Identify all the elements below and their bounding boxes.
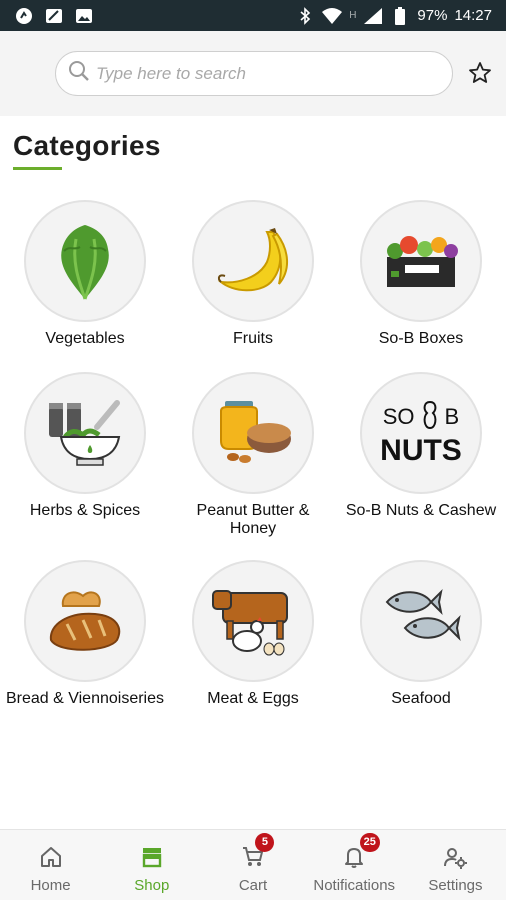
bananas-icon [192,200,314,322]
status-bar: H 97% 14:27 [0,0,506,31]
nav-label: Home [30,877,71,894]
category-nuts-cashew[interactable]: SO B NUTS So-B Nuts & Cashew [337,372,505,520]
category-meat-eggs[interactable]: Meat & Eggs [169,560,337,708]
nav-label: Settings [428,877,483,894]
category-label: So-B Boxes [378,330,464,347]
nav-shop[interactable]: Shop [101,830,202,900]
network-type-label: H [349,10,357,21]
image-edit-icon [44,6,64,26]
so-b-nuts-logo: SO B NUTS [360,372,482,494]
nav-label: Shop [134,877,170,894]
cow-chicken-icon [192,560,314,682]
mortar-pestle-icon [24,372,146,494]
category-label: Meat & Eggs [207,690,299,707]
category-label: Bread & Viennoiseries [5,690,165,707]
bottom-nav: Home Shop 5 Cart 25 Notifications Settin… [0,829,506,900]
gallery-icon [74,6,94,26]
bluetooth-icon [295,6,315,26]
nav-label: Notifications [313,877,396,894]
battery-icon [390,6,410,26]
nav-settings[interactable]: Settings [405,830,506,900]
notifications-badge: 25 [359,833,380,852]
category-peanut-butter-honey[interactable]: Peanut Butter & Honey [169,372,337,538]
home-icon [38,844,64,870]
battery-percent: 97% [417,7,448,24]
wifi-icon [322,6,343,26]
category-fruits[interactable]: Fruits [169,200,337,348]
search-icon [68,60,90,87]
produce-box-icon [360,200,482,322]
category-herbs-spices[interactable]: Herbs & Spices [1,372,169,520]
search-header [0,31,506,116]
peanut-icon [421,400,439,434]
signal-icon [363,6,383,26]
category-label: Seafood [391,690,451,707]
nuts-logo-text: B [444,404,460,429]
title-underline [13,167,62,170]
fish-icon [360,560,482,682]
settings-icon [442,844,468,870]
category-seafood[interactable]: Seafood [337,560,505,708]
category-vegetables[interactable]: Vegetables [1,200,169,348]
category-so-b-boxes[interactable]: So-B Boxes [337,200,505,348]
cart-badge: 5 [255,833,275,852]
shazam-icon [14,6,34,26]
category-label: So-B Nuts & Cashew [345,502,497,519]
search-input[interactable] [96,63,436,84]
nav-notifications[interactable]: 25 Notifications [304,830,405,900]
category-bread[interactable]: Bread & Viennoiseries [1,560,169,708]
shop-icon [139,844,165,870]
nuts-logo-text: NUTS [380,434,462,467]
page-title: Categories [13,130,161,161]
honey-jar-icon [192,372,314,494]
category-label: Fruits [233,330,273,347]
bread-icon [24,560,146,682]
nav-cart[interactable]: 5 Cart [202,830,303,900]
nav-home[interactable]: Home [0,830,101,900]
nuts-logo-text: SO [382,404,415,429]
search-box[interactable] [55,51,453,96]
vegetables-icon [24,200,146,322]
category-label: Vegetables [45,330,125,347]
category-label: Herbs & Spices [29,502,141,519]
category-label: Peanut Butter & Honey [196,502,310,537]
clock: 14:27 [454,7,492,24]
nav-label: Cart [238,877,268,894]
favorites-star-icon[interactable] [466,59,494,87]
